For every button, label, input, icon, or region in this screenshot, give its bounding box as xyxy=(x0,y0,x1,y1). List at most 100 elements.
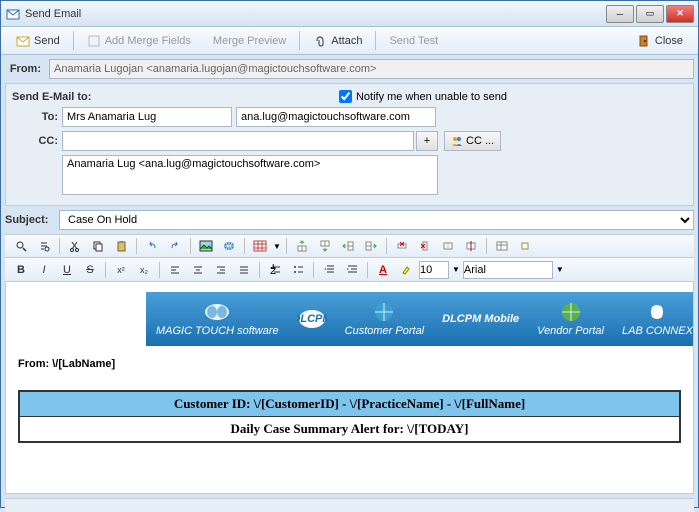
cc-add-button[interactable]: + xyxy=(416,131,438,151)
send-to-label: Send E-Mail to: xyxy=(12,91,102,103)
paperclip-icon xyxy=(313,34,327,48)
undo-button[interactable] xyxy=(142,237,162,255)
italic-button[interactable]: I xyxy=(34,261,54,279)
underline-button[interactable]: U xyxy=(57,261,77,279)
notify-checkbox[interactable]: Notify me when unable to send xyxy=(339,90,507,103)
table-merge-button[interactable] xyxy=(438,237,458,255)
email-body-editor[interactable]: MAGIC TOUCH software DLCPMDLCPM NET Cust… xyxy=(5,282,694,494)
merge-preview-label: Merge Preview xyxy=(213,35,286,47)
send-test-button[interactable]: Send Test xyxy=(378,29,449,52)
body-summary-table: Customer ID: \/[CustomerID] - \/[Practic… xyxy=(18,390,681,443)
align-justify-button[interactable] xyxy=(234,261,254,279)
from-field xyxy=(49,59,694,79)
banner-logo-dlcpm-mobile: DLCPM Mobile xyxy=(442,313,519,325)
align-left-button[interactable] xyxy=(165,261,185,279)
dropdown-icon[interactable]: ▼ xyxy=(556,265,564,274)
editor-toolbar-2: B I U S x² x₂ 12 A ▼ ▼ xyxy=(5,258,694,282)
cc-browse-label: CC ... xyxy=(466,135,494,147)
title-bar: Send Email ─ ▭ ✕ xyxy=(1,1,698,27)
subscript-button[interactable]: x₂ xyxy=(134,261,154,279)
send-test-label: Send Test xyxy=(389,35,438,47)
table-customer-row: Customer ID: \/[CustomerID] - \/[Practic… xyxy=(19,391,680,417)
close-button[interactable]: Close xyxy=(626,29,694,52)
indent-button[interactable] xyxy=(342,261,362,279)
cc-browse-button[interactable]: CC ... xyxy=(444,131,501,151)
main-toolbar: Send Add Merge Fields Merge Preview Atta… xyxy=(1,27,698,55)
to-name-field[interactable] xyxy=(62,107,232,127)
merge-icon xyxy=(87,34,101,48)
highlight-button[interactable] xyxy=(396,261,416,279)
subject-label: Subject: xyxy=(5,214,55,226)
cc-field[interactable] xyxy=(62,131,414,151)
table-summary-row: Daily Case Summary Alert for: \/[TODAY] xyxy=(19,417,680,443)
send-to-section: Send E-Mail to: Notify me when unable to… xyxy=(5,83,694,206)
notify-checkbox-input[interactable] xyxy=(339,90,352,103)
banner-logo-dlcpmnet: DLCPMDLCPM NET xyxy=(297,308,327,330)
font-name-field[interactable] xyxy=(463,261,553,279)
strike-button[interactable]: S xyxy=(80,261,100,279)
align-right-button[interactable] xyxy=(211,261,231,279)
dropdown-icon[interactable]: ▼ xyxy=(273,242,281,251)
cc-label: CC: xyxy=(12,135,62,147)
cut-button[interactable] xyxy=(65,237,85,255)
redo-button[interactable] xyxy=(165,237,185,255)
table-delete-row-button[interactable] xyxy=(392,237,412,255)
numbered-list-button[interactable]: 12 xyxy=(265,261,285,279)
attach-label: Attach xyxy=(331,35,362,47)
cell-props-button[interactable] xyxy=(515,237,535,255)
dropdown-icon[interactable]: ▼ xyxy=(452,265,460,274)
paste-button[interactable] xyxy=(111,237,131,255)
outdent-button[interactable] xyxy=(319,261,339,279)
add-merge-label: Add Merge Fields xyxy=(105,35,191,47)
minimize-button[interactable]: ─ xyxy=(606,5,634,23)
cc-list[interactable]: Anamaria Lug <ana.lug@magictouchsoftware… xyxy=(62,155,438,195)
font-size-field[interactable] xyxy=(419,261,449,279)
window-title: Send Email xyxy=(25,8,606,20)
copy-button[interactable] xyxy=(88,237,108,255)
banner-logo-vendor-portal: Vendor Portal xyxy=(537,301,604,337)
status-bar xyxy=(5,498,694,512)
send-icon xyxy=(16,34,30,48)
font-color-button[interactable]: A xyxy=(373,261,393,279)
table-col-after-button[interactable] xyxy=(361,237,381,255)
add-merge-fields-button[interactable]: Add Merge Fields xyxy=(76,29,202,52)
table-col-before-button[interactable] xyxy=(338,237,358,255)
attach-button[interactable]: Attach xyxy=(302,29,373,52)
maximize-button[interactable]: ▭ xyxy=(636,5,664,23)
banner-logo-customer-portal: Customer Portal xyxy=(345,301,424,337)
editor-toolbar-1: ▼ xyxy=(5,234,694,258)
table-row-before-button[interactable] xyxy=(292,237,312,255)
insert-image-button[interactable] xyxy=(196,237,216,255)
close-label: Close xyxy=(655,35,683,47)
notify-label: Notify me when unable to send xyxy=(356,91,507,103)
window-close-button[interactable]: ✕ xyxy=(666,5,694,23)
table-row-after-button[interactable] xyxy=(315,237,335,255)
table-props-button[interactable] xyxy=(492,237,512,255)
table-delete-col-button[interactable] xyxy=(415,237,435,255)
email-banner: MAGIC TOUCH software DLCPMDLCPM NET Cust… xyxy=(146,292,693,346)
bullet-list-button[interactable] xyxy=(288,261,308,279)
svg-text:DLCPM: DLCPM xyxy=(297,313,327,325)
align-center-button[interactable] xyxy=(188,261,208,279)
merge-preview-button[interactable]: Merge Preview xyxy=(202,29,297,52)
send-button[interactable]: Send xyxy=(5,29,71,52)
to-label: To: xyxy=(12,111,62,123)
table-split-button[interactable] xyxy=(461,237,481,255)
people-icon xyxy=(451,135,463,147)
from-label: From: xyxy=(5,63,45,75)
bold-button[interactable]: B xyxy=(11,261,31,279)
body-from-line: From: \/[LabName] xyxy=(18,358,681,370)
find-button[interactable] xyxy=(11,237,31,255)
banner-logo-magictouch: MAGIC TOUCH software xyxy=(156,301,279,337)
send-label: Send xyxy=(34,35,60,47)
svg-text:2: 2 xyxy=(270,265,276,276)
to-email-field[interactable] xyxy=(236,107,436,127)
app-icon xyxy=(5,6,21,22)
banner-logo-labconnex: LAB CONNEX xyxy=(622,301,693,337)
insert-table-button[interactable] xyxy=(250,237,270,255)
subject-field[interactable]: Case On Hold xyxy=(59,210,694,230)
insert-link-button[interactable] xyxy=(219,237,239,255)
replace-button[interactable] xyxy=(34,237,54,255)
superscript-button[interactable]: x² xyxy=(111,261,131,279)
door-icon xyxy=(637,34,651,48)
